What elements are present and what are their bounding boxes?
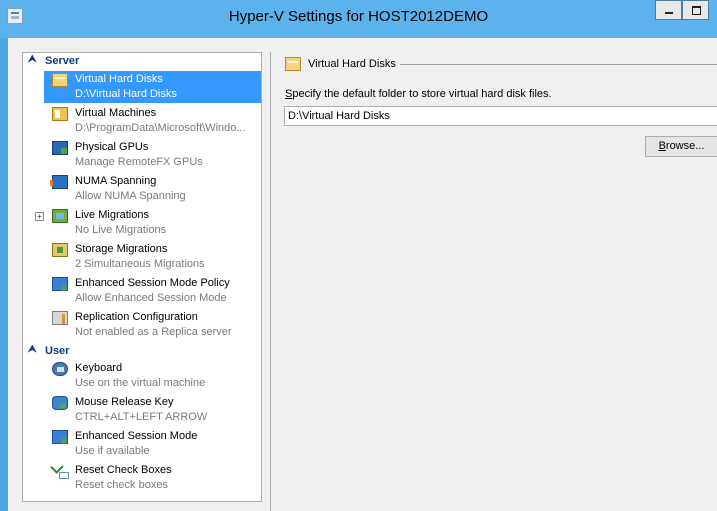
collapse-server-icon[interactable]: ⮝	[28, 54, 37, 65]
minimize-button[interactable]	[655, 0, 682, 20]
nav-item-title: Storage Migrations	[75, 243, 168, 255]
nav-item-detail: Allow Enhanced Session Mode	[75, 292, 227, 304]
folder-icon	[52, 73, 68, 87]
header-divider	[400, 64, 717, 65]
nav-item-numa-spanning[interactable]: NUMA Spanning Allow NUMA Spanning	[23, 173, 261, 207]
nav-item-detail: Reset check boxes	[75, 479, 168, 491]
section-server[interactable]: ⮝ Server	[23, 53, 261, 69]
section-label: User	[45, 345, 70, 357]
nav-item-enhanced-session-mode[interactable]: Enhanced Session Mode Use if available	[23, 428, 261, 462]
section-label: Server	[45, 55, 80, 67]
replication-icon	[52, 311, 68, 325]
nav-item-physical-gpus[interactable]: Physical GPUs Manage RemoteFX GPUs	[23, 139, 261, 173]
nav-item-detail: Use if available	[75, 445, 150, 457]
live-migration-icon	[52, 209, 68, 223]
nav-item-title: Enhanced Session Mode	[75, 430, 198, 442]
nav-item-mouse-release-key[interactable]: Mouse Release Key CTRL+ALT+LEFT ARROW	[23, 394, 261, 428]
nav-item-detail: Manage RemoteFX GPUs	[75, 156, 203, 168]
nav-item-keyboard[interactable]: Keyboard Use on the virtual machine	[23, 360, 261, 394]
keyboard-icon	[52, 362, 68, 376]
browse-label: rowse...	[665, 140, 705, 152]
nav-item-virtual-machines[interactable]: Virtual Machines D:\ProgramData\Microsof…	[23, 105, 261, 139]
session-policy-icon	[52, 277, 68, 291]
browse-button[interactable]: Browse...	[645, 136, 717, 157]
window-title: Hyper-V Settings for HOST2012DEMO	[228, 8, 489, 25]
nav-item-title: Mouse Release Key	[75, 396, 174, 408]
pane-splitter[interactable]	[265, 52, 269, 511]
expand-icon[interactable]: +	[35, 212, 44, 221]
nav-item-detail: No Live Migrations	[75, 224, 167, 236]
storage-migration-icon	[52, 243, 68, 257]
description-text: pecify the default folder to store virtu…	[292, 88, 552, 100]
nav-item-title: Enhanced Session Mode Policy	[75, 277, 230, 289]
panel-title: Virtual Hard Disks	[308, 58, 396, 70]
nav-item-replication-configuration[interactable]: Replication Configuration Not enabled as…	[23, 309, 261, 343]
nav-item-virtual-hard-disks[interactable]: Virtual Hard Disks D:\Virtual Hard Disks	[23, 71, 261, 105]
access-key: B	[658, 140, 666, 152]
nav-item-title: NUMA Spanning	[75, 175, 157, 187]
reset-check-icon	[52, 464, 69, 479]
nav-item-detail: Allow NUMA Spanning	[75, 190, 186, 202]
gpu-icon	[52, 141, 68, 155]
nav-item-title: Keyboard	[75, 362, 123, 374]
nav-item-title: Virtual Hard Disks	[75, 73, 163, 85]
nav-item-title: Physical GPUs	[75, 141, 149, 153]
nav-item-detail: D:\Virtual Hard Disks	[75, 88, 177, 100]
panel-description: Specify the default folder to store virt…	[285, 88, 552, 100]
nav-item-detail: Not enabled as a Replica server	[75, 326, 232, 338]
collapse-user-icon[interactable]: ⮝	[28, 344, 37, 355]
nav-item-detail: 2 Simultaneous Migrations	[75, 258, 205, 270]
mouse-icon	[52, 396, 68, 410]
numa-icon	[50, 175, 68, 189]
nav-item-reset-check-boxes[interactable]: Reset Check Boxes Reset check boxes	[23, 462, 261, 496]
default-folder-input[interactable]	[284, 106, 717, 126]
nav-item-detail: Use on the virtual machine	[75, 377, 206, 389]
nav-item-title: Virtual Machines	[75, 107, 157, 119]
nav-item-live-migrations[interactable]: + Live Migrations No Live Migrations	[23, 207, 261, 241]
nav-item-storage-migrations[interactable]: Storage Migrations 2 Simultaneous Migrat…	[23, 241, 261, 275]
title-bar[interactable]: Hyper-V Settings for HOST2012DEMO	[0, 0, 717, 38]
section-user[interactable]: ⮝ User	[23, 343, 261, 359]
nav-item-detail: D:\ProgramData\Microsoft\Windo...	[75, 122, 246, 134]
vm-folder-icon	[52, 107, 68, 121]
nav-item-enhanced-session-mode-policy[interactable]: Enhanced Session Mode Policy Allow Enhan…	[23, 275, 261, 309]
settings-navigation: ⮝ Server Virtual Hard Disks D:\Virtual H…	[22, 52, 262, 502]
nav-item-title: Reset Check Boxes	[75, 464, 172, 476]
maximize-button[interactable]	[682, 0, 709, 20]
nav-item-detail: CTRL+ALT+LEFT ARROW	[75, 411, 208, 423]
session-icon	[52, 430, 68, 444]
folder-icon	[285, 57, 301, 71]
nav-item-title: Live Migrations	[75, 209, 149, 221]
nav-item-title: Replication Configuration	[75, 311, 198, 323]
